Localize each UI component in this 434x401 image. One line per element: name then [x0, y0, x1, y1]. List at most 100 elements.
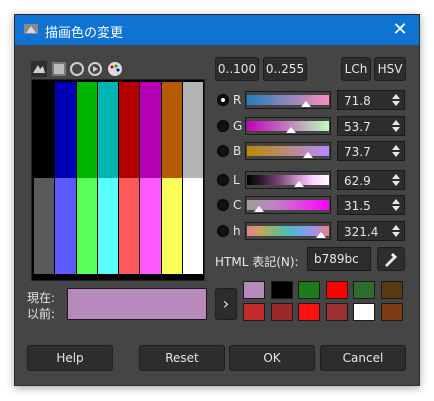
increment-arrow-icon[interactable] — [392, 224, 400, 230]
history-swatch-4[interactable] — [353, 281, 375, 299]
channel-radio-L[interactable] — [217, 173, 229, 186]
swatch-top-1[interactable] — [55, 82, 76, 178]
watercolor-icon[interactable] — [69, 61, 85, 77]
channel-label-L: L — [233, 172, 240, 187]
decrement-arrow-icon[interactable] — [392, 126, 400, 132]
increment-arrow-icon[interactable] — [392, 145, 400, 150]
color-picker-button[interactable] — [377, 247, 405, 271]
swatch-top-4[interactable] — [119, 82, 140, 178]
history-swatch-9[interactable] — [325, 303, 348, 321]
history-swatch-7[interactable] — [270, 303, 293, 321]
channel-spinbox-R[interactable]: 71.8 — [337, 90, 405, 110]
range-100-button[interactable]: 0..100 — [215, 57, 259, 81]
scales-icon[interactable] — [31, 61, 47, 77]
increment-arrow-icon[interactable] — [392, 199, 400, 204]
history-swatch-1[interactable] — [270, 281, 293, 299]
hsv-button[interactable]: HSV — [374, 57, 406, 81]
html-notation-label: HTML 表記(N): — [215, 255, 299, 269]
html-notation-value: b789bc — [314, 252, 359, 266]
change-foreground-color-dialog: 描画色の変更 ✕ 0..100 0..255 LCh HSV R 71.8 G 53.… — [14, 14, 420, 386]
gimp-icon — [24, 24, 38, 34]
decrement-arrow-icon[interactable] — [392, 206, 400, 211]
channel-slider-h[interactable] — [245, 221, 331, 240]
decrement-arrow-icon[interactable] — [392, 152, 400, 157]
slider-handle[interactable] — [303, 152, 314, 158]
decrement-arrow-icon[interactable] — [392, 101, 400, 106]
swatch-top-0[interactable] — [34, 82, 55, 178]
channel-radio-C[interactable] — [217, 199, 229, 211]
increment-arrow-icon[interactable] — [392, 119, 400, 125]
lch-button[interactable]: LCh — [341, 57, 371, 81]
help-button[interactable]: Help — [27, 345, 113, 371]
wheel-icon[interactable] — [87, 61, 103, 77]
slider-handle[interactable] — [286, 126, 297, 133]
increment-arrow-icon[interactable] — [392, 94, 400, 99]
channel-spinbox-G[interactable]: 53.7 — [337, 115, 405, 136]
cancel-button[interactable]: Cancel — [320, 345, 406, 371]
history-swatch-6[interactable] — [243, 303, 265, 321]
swatch-bottom-6[interactable] — [161, 178, 182, 274]
palette-icon[interactable] — [107, 61, 123, 77]
slider-track — [247, 174, 329, 185]
slider-handle[interactable] — [301, 101, 312, 107]
html-notation-input[interactable]: b789bc — [307, 247, 371, 271]
channel-spinbox-h[interactable]: 321.4 — [337, 220, 405, 241]
channel-value-C: 31.5 — [344, 199, 371, 213]
swatch-bottom-2[interactable] — [76, 178, 97, 274]
current-label: 現在: — [27, 291, 56, 305]
channel-slider-R[interactable] — [245, 91, 331, 109]
swatch-bottom-7[interactable] — [182, 178, 203, 274]
channel-label-B: B — [233, 144, 242, 158]
eyedropper-icon — [385, 253, 397, 267]
increment-arrow-icon[interactable] — [392, 173, 400, 179]
channel-spinbox-C[interactable]: 31.5 — [337, 195, 405, 215]
decrement-arrow-icon[interactable] — [392, 180, 400, 186]
history-swatch-10[interactable] — [353, 303, 375, 321]
swatch-top-3[interactable] — [97, 82, 118, 178]
ok-button[interactable]: OK — [229, 345, 315, 371]
channel-spinbox-B[interactable]: 73.7 — [337, 141, 405, 161]
close-button[interactable]: ✕ — [381, 15, 419, 45]
previous-label: 以前: — [27, 307, 56, 321]
channel-label-C: C — [233, 198, 242, 212]
swatch-bottom-4[interactable] — [119, 178, 140, 274]
slider-handle[interactable] — [293, 180, 304, 187]
channel-value-B: 73.7 — [344, 145, 371, 159]
channel-label-R: R — [233, 93, 242, 107]
swatch-top-6[interactable] — [161, 82, 182, 178]
history-swatch-5[interactable] — [380, 281, 403, 299]
channel-value-h: 321.4 — [344, 224, 379, 239]
channel-radio-G[interactable] — [217, 119, 229, 132]
swatch-bottom-3[interactable] — [97, 178, 118, 274]
history-swatch-0[interactable] — [243, 281, 265, 299]
channel-slider-B[interactable] — [245, 142, 331, 160]
channel-spinbox-L[interactable]: 62.9 — [337, 169, 405, 190]
channel-slider-G[interactable] — [245, 116, 331, 135]
swatch-top-5[interactable] — [140, 82, 161, 178]
channel-label-G: G — [233, 118, 243, 133]
channel-slider-C[interactable] — [245, 196, 331, 214]
swatch-bottom-1[interactable] — [55, 178, 76, 274]
swatch-top-2[interactable] — [76, 82, 97, 178]
swatch-top-7[interactable] — [182, 82, 203, 178]
channel-radio-R[interactable] — [217, 94, 229, 106]
slider-handle[interactable] — [315, 231, 326, 238]
history-swatch-2[interactable] — [298, 281, 320, 299]
swatch-bottom-0[interactable] — [34, 178, 55, 274]
cmyk-icon[interactable] — [51, 61, 67, 77]
range-255-button[interactable]: 0..255 — [263, 57, 307, 81]
swatch-bottom-5[interactable] — [140, 178, 161, 274]
history-swatch-3[interactable] — [325, 281, 348, 299]
channel-radio-B[interactable] — [217, 145, 229, 157]
add-to-history-button[interactable]: › — [215, 288, 237, 320]
slider-handle[interactable] — [254, 206, 265, 212]
reset-button[interactable]: Reset — [139, 345, 225, 371]
channel-value-G: 53.7 — [344, 119, 371, 134]
channel-radio-h[interactable] — [217, 224, 229, 237]
history-swatch-11[interactable] — [380, 303, 403, 321]
window-title: 描画色の変更 — [45, 26, 124, 41]
color-swatch-grid[interactable] — [31, 79, 205, 281]
channel-slider-L[interactable] — [245, 170, 331, 189]
decrement-arrow-icon[interactable] — [392, 231, 400, 237]
history-swatch-8[interactable] — [298, 303, 320, 321]
